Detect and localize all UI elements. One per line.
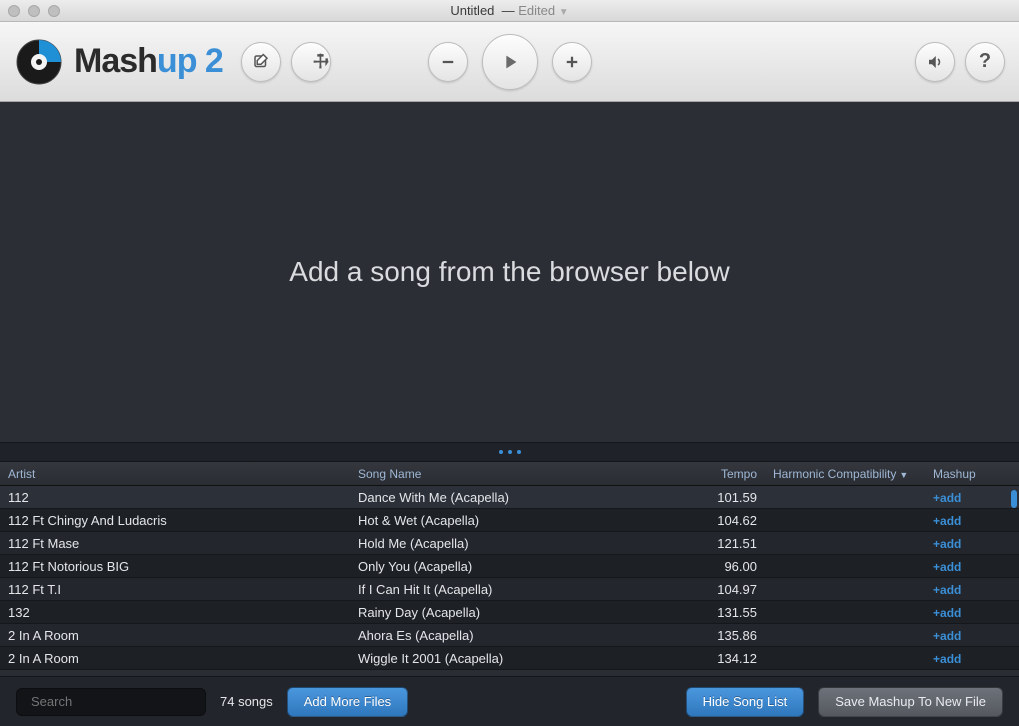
sort-descending-icon: ▼ — [896, 470, 908, 480]
song-browser: Artist Song Name Tempo Harmonic Compatib… — [0, 462, 1019, 670]
table-row[interactable]: 2 In A RoomWiggle It 2001 (Acapella)134.… — [0, 647, 1019, 670]
cell-artist: 112 Ft T.I — [0, 582, 350, 597]
add-song-button[interactable]: +add — [933, 652, 961, 666]
app-logo-icon — [14, 37, 64, 87]
hide-song-list-button[interactable]: Hide Song List — [686, 687, 805, 717]
cell-tempo: 131.55 — [695, 605, 765, 620]
bottom-bar: 74 songs Add More Files Hide Song List S… — [0, 676, 1019, 726]
add-song-button[interactable]: +add — [933, 583, 961, 597]
app-name: Mashup 2 — [74, 42, 223, 81]
cell-artist: 132 — [0, 605, 350, 620]
table-row[interactable]: 112 Ft Notorious BIGOnly You (Acapella)9… — [0, 555, 1019, 578]
column-song-name[interactable]: Song Name — [350, 467, 695, 481]
main-toolbar: Mashup 2 ⚒ ? — [0, 22, 1019, 102]
table-row[interactable]: 112Dance With Me (Acapella)101.59 +add — [0, 486, 1019, 509]
cell-tempo: 104.62 — [695, 513, 765, 528]
cell-song-name: Hot & Wet (Acapella) — [350, 513, 695, 528]
cell-tempo: 101.59 — [695, 490, 765, 505]
add-song-button[interactable]: +add — [933, 514, 961, 528]
app-brand: Mashup 2 — [14, 37, 223, 87]
add-more-files-button[interactable]: Add More Files — [287, 687, 408, 717]
add-song-button[interactable]: +add — [933, 629, 961, 643]
table-row[interactable]: 112 Ft MaseHold Me (Acapella)121.51 +add — [0, 532, 1019, 555]
cell-tempo: 96.00 — [695, 559, 765, 574]
document-title: Untitled — [450, 3, 494, 18]
cell-artist: 112 Ft Notorious BIG — [0, 559, 350, 574]
split-handle[interactable] — [0, 442, 1019, 462]
cell-artist: 112 Ft Chingy And Ludacris — [0, 513, 350, 528]
cell-song-name: If I Can Hit It (Acapella) — [350, 582, 695, 597]
add-song-button[interactable]: +add — [933, 606, 961, 620]
handle-dots-icon — [499, 450, 521, 454]
column-tempo[interactable]: Tempo — [695, 467, 765, 481]
cell-song-name: Dance With Me (Acapella) — [350, 490, 695, 505]
add-song-button[interactable]: +add — [933, 537, 961, 551]
save-mashup-button[interactable]: Save Mashup To New File — [818, 687, 1003, 717]
song-drop-area[interactable]: Add a song from the browser below — [0, 102, 1019, 442]
new-document-button[interactable] — [241, 42, 281, 82]
table-row[interactable]: 112 Ft Chingy And LudacrisHot & Wet (Aca… — [0, 509, 1019, 532]
settings-button[interactable]: ⚒ — [291, 42, 331, 82]
add-song-button[interactable]: +add — [933, 491, 961, 505]
window-titlebar: Untitled — Edited ▼ — [0, 0, 1019, 22]
search-field[interactable] — [16, 688, 206, 716]
add-song-button[interactable]: +add — [933, 560, 961, 574]
cell-song-name: Hold Me (Acapella) — [350, 536, 695, 551]
close-window-button[interactable] — [8, 5, 20, 17]
cell-song-name: Ahora Es (Acapella) — [350, 628, 695, 643]
column-harmonic[interactable]: Harmonic Compatibility▼ — [765, 467, 925, 481]
cell-artist: 2 In A Room — [0, 628, 350, 643]
cell-tempo: 134.12 — [695, 651, 765, 666]
drop-area-message: Add a song from the browser below — [289, 256, 729, 288]
cell-artist: 2 In A Room — [0, 651, 350, 666]
cell-song-name: Only You (Acapella) — [350, 559, 695, 574]
zoom-out-button[interactable] — [428, 42, 468, 82]
chevron-down-icon[interactable]: ▼ — [559, 7, 569, 18]
cell-artist: 112 Ft Mase — [0, 536, 350, 551]
column-mashup[interactable]: Mashup — [925, 467, 995, 481]
zoom-in-button[interactable] — [552, 42, 592, 82]
zoom-window-button[interactable] — [48, 5, 60, 17]
table-row[interactable]: 132Rainy Day (Acapella)131.55 +add — [0, 601, 1019, 624]
document-status: Edited — [518, 3, 555, 18]
cell-artist: 112 — [0, 490, 350, 505]
traffic-lights — [0, 5, 60, 17]
song-count: 74 songs — [220, 694, 273, 709]
volume-button[interactable] — [915, 42, 955, 82]
cell-song-name: Wiggle It 2001 (Acapella) — [350, 651, 695, 666]
search-input[interactable] — [31, 694, 207, 709]
play-button[interactable] — [482, 34, 538, 90]
cell-tempo: 135.86 — [695, 628, 765, 643]
column-artist[interactable]: Artist — [0, 467, 350, 481]
table-row[interactable]: 2 In A RoomAhora Es (Acapella)135.86 +add — [0, 624, 1019, 647]
cell-song-name: Rainy Day (Acapella) — [350, 605, 695, 620]
cell-tempo: 121.51 — [695, 536, 765, 551]
table-row[interactable]: 112 Ft T.IIf I Can Hit It (Acapella)104.… — [0, 578, 1019, 601]
table-header: Artist Song Name Tempo Harmonic Compatib… — [0, 462, 1019, 486]
help-button[interactable]: ? — [965, 42, 1005, 82]
scrollbar-thumb[interactable] — [1011, 490, 1017, 508]
window-title: Untitled — Edited ▼ — [0, 3, 1019, 18]
cell-tempo: 104.97 — [695, 582, 765, 597]
minimize-window-button[interactable] — [28, 5, 40, 17]
